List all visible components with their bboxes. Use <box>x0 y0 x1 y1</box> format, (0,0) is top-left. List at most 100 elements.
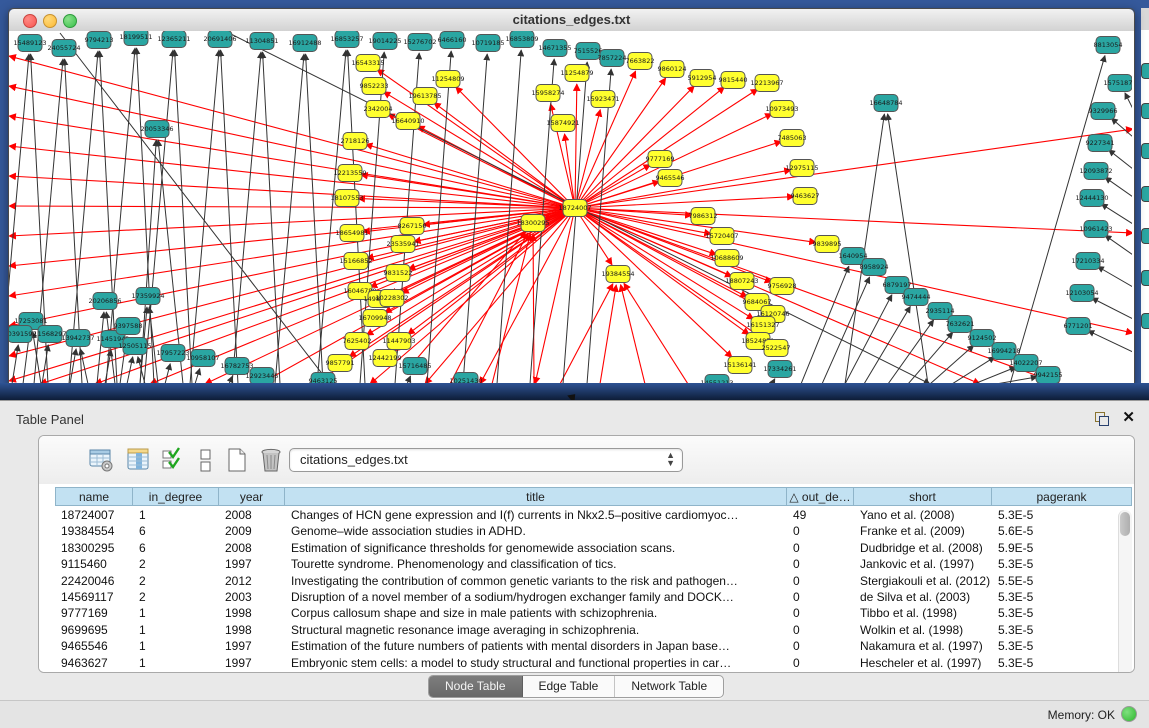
graph-node[interactable]: 9463627 <box>791 188 820 205</box>
graph-node[interactable]: 12444130 <box>1075 190 1108 207</box>
graph-node[interactable]: 9463125 <box>309 373 338 384</box>
table-row[interactable]: 1830029562008Estimation of significance … <box>39 540 1116 557</box>
graph-node[interactable]: 9815440 <box>719 72 748 89</box>
graph-node[interactable]: 9465546 <box>656 170 685 187</box>
graph-node[interactable]: 24055724 <box>47 40 80 57</box>
graph-node[interactable]: 15716485 <box>398 358 431 375</box>
graph-node[interactable]: 12923445 <box>245 368 278 384</box>
graph-node[interactable]: 9756928 <box>768 278 797 295</box>
graph-node[interactable]: 18807243 <box>725 273 758 290</box>
close-icon[interactable]: ✕ <box>1122 408 1135 426</box>
tab-edge-table[interactable]: Edge Table <box>523 676 616 697</box>
graph-node[interactable]: 9794213 <box>85 32 114 49</box>
network-canvas[interactable]: 1548912324055724979421318199511123652112… <box>9 31 1134 384</box>
graph-node[interactable]: 16151327 <box>746 317 779 334</box>
graph-node[interactable]: 9329966 <box>1089 103 1118 120</box>
graph-node[interactable]: 18199511 <box>119 31 152 46</box>
graph-node[interactable]: 18654981 <box>335 225 368 242</box>
graph-node[interactable]: 9857791 <box>326 355 355 372</box>
graph-node[interactable]: 20206856 <box>88 293 121 310</box>
graph-node[interactable]: 8813054 <box>1094 37 1123 54</box>
table-selector-dropdown[interactable]: citations_edges.txt ▲▼ <box>289 448 683 472</box>
graph-node[interactable]: 15166852 <box>339 253 372 270</box>
new-table-icon[interactable] <box>223 446 251 474</box>
graph-node[interactable]: 16543315 <box>351 55 384 72</box>
scrollbar-thumb[interactable] <box>1120 512 1130 536</box>
column-header-in_degree[interactable]: in_degree <box>133 487 219 506</box>
graph-node[interactable]: 9777169 <box>646 151 675 168</box>
graph-node[interactable]: 2718126 <box>341 133 370 150</box>
graph-node[interactable]: 12442199 <box>368 350 401 367</box>
graph-node[interactable]: 6771201 <box>1064 318 1093 335</box>
graph-node[interactable]: 10251430 <box>449 373 482 384</box>
row-height-icon[interactable] <box>191 446 219 474</box>
graph-node[interactable]: 16709948 <box>358 310 391 327</box>
column-header-year[interactable]: year <box>219 487 285 506</box>
graph-node[interactable]: 6466160 <box>438 32 467 49</box>
graph-node[interactable]: 16640910 <box>391 113 424 130</box>
graph-node[interactable]: 15720407 <box>705 228 738 245</box>
graph-node[interactable]: 10228302 <box>375 290 408 307</box>
graph-node[interactable]: 20053346 <box>140 121 173 138</box>
graph-node[interactable]: 9831522 <box>384 265 413 282</box>
graph-node[interactable]: 10719185 <box>471 35 504 52</box>
graph-node[interactable]: 18107553 <box>330 190 363 207</box>
graph-node[interactable]: 7663822 <box>626 53 655 70</box>
memory-status-indicator[interactable] <box>1121 706 1137 722</box>
graph-node[interactable]: 16912488 <box>288 35 321 52</box>
window-titlebar[interactable]: citations_edges.txt <box>9 9 1134 32</box>
table-row[interactable]: 977716911998Corpus callosum shape and si… <box>39 605 1116 622</box>
table-row[interactable]: 1872400712008Changes of HCN gene express… <box>39 507 1116 524</box>
column-header-short[interactable]: short <box>854 487 992 506</box>
graph-node[interactable]: 17210334 <box>1071 253 1104 270</box>
show-columns-icon[interactable] <box>125 446 153 474</box>
table-settings-icon[interactable] <box>87 446 115 474</box>
graph-node[interactable]: 12505115 <box>118 338 151 355</box>
graph-node[interactable]: 9860124 <box>658 61 687 78</box>
graph-node[interactable]: 12213559 <box>333 165 366 182</box>
graph-node[interactable]: 15751874 <box>1103 75 1132 92</box>
graph-node[interactable]: 12213967 <box>750 75 783 92</box>
table-row[interactable]: 969969511998Structural magnetic resonanc… <box>39 622 1116 639</box>
graph-node[interactable]: 5912954 <box>688 70 717 87</box>
graph-node[interactable]: 13942737 <box>61 330 94 347</box>
graph-node[interactable]: 18724007 <box>558 200 591 217</box>
vertical-scrollbar[interactable] <box>1118 510 1132 673</box>
tab-node-table[interactable]: Node Table <box>429 676 523 697</box>
column-header-title[interactable]: title <box>285 487 787 506</box>
table-row[interactable]: 946362711997Embryonic stem cells: a mode… <box>39 655 1116 672</box>
float-window-icon[interactable] <box>1095 412 1109 425</box>
graph-node[interactable]: 9474444 <box>902 289 931 306</box>
graph-node[interactable]: 8958924 <box>860 259 889 276</box>
graph-node[interactable]: 11447903 <box>382 333 415 350</box>
graph-node[interactable]: 7625402 <box>343 333 372 350</box>
graph-node[interactable]: 17957223 <box>156 345 189 362</box>
graph-node[interactable]: 7632621 <box>946 316 975 333</box>
graph-node[interactable]: 10958107 <box>186 350 219 367</box>
graph-node[interactable]: 12975115 <box>785 160 818 177</box>
column-header-out_de[interactable]: △ out_de… <box>787 487 854 506</box>
graph-node[interactable]: 10961423 <box>1079 221 1112 238</box>
graph-node[interactable]: 9397588 <box>114 318 143 335</box>
graph-node[interactable]: 23535941 <box>386 236 419 253</box>
graph-node[interactable]: 19613785 <box>408 88 441 105</box>
graph-node[interactable]: 7485063 <box>778 130 807 147</box>
graph-node[interactable]: 19014225 <box>368 33 401 50</box>
graph-node[interactable]: 9124502 <box>968 330 997 347</box>
table-row[interactable]: 2242004622012Investigating the contribut… <box>39 573 1116 590</box>
graph-node[interactable]: 15923471 <box>586 91 619 108</box>
table-row[interactable]: 946554611997Estimation of the future num… <box>39 638 1116 655</box>
graph-node[interactable]: 15276702 <box>403 34 436 51</box>
graph-node[interactable]: 9839895 <box>813 236 842 253</box>
graph-node[interactable]: 12103054 <box>1065 285 1098 302</box>
graph-node[interactable]: 19384554 <box>601 266 634 283</box>
delete-rows-icon[interactable] <box>257 446 285 474</box>
graph-node[interactable]: 11254809 <box>431 71 464 88</box>
column-header-pagerank[interactable]: pagerank <box>992 487 1132 506</box>
graph-node[interactable]: 2342004 <box>364 101 393 118</box>
graph-node[interactable]: 14671355 <box>538 40 571 57</box>
graph-node[interactable]: 16853257 <box>330 31 363 48</box>
graph-node[interactable]: 15874921 <box>546 115 579 132</box>
graph-node[interactable]: 11304851 <box>245 33 278 50</box>
select-columns-icon[interactable] <box>159 446 187 474</box>
